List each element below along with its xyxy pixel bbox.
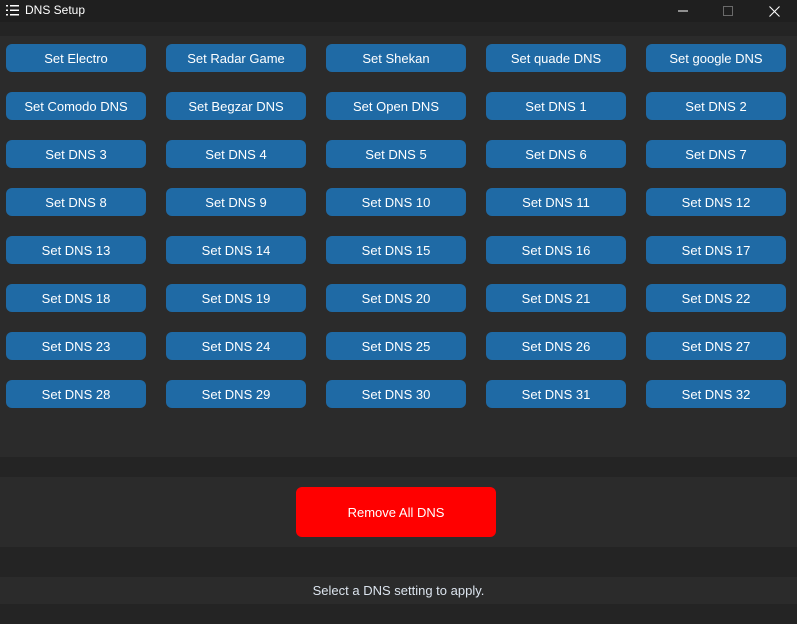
close-icon [768,5,780,17]
remove-section: Remove All DNS [0,477,797,547]
set-dns-27-button[interactable]: Set DNS 27 [646,332,786,360]
set-dns-9-button[interactable]: Set DNS 9 [166,188,306,216]
minimize-button[interactable] [660,0,706,22]
set-dns-23-button[interactable]: Set DNS 23 [6,332,146,360]
set-dns-25-button[interactable]: Set DNS 25 [326,332,466,360]
set-dns-12-button[interactable]: Set DNS 12 [646,188,786,216]
set-dns-17-button[interactable]: Set DNS 17 [646,236,786,264]
set-dns-29-button[interactable]: Set DNS 29 [166,380,306,408]
set-dns-20-button[interactable]: Set DNS 20 [326,284,466,312]
status-bar: Select a DNS setting to apply. [0,577,797,604]
set-dns-5-button[interactable]: Set DNS 5 [326,140,466,168]
set-dns-3-button[interactable]: Set DNS 3 [6,140,146,168]
set-dns-1-button[interactable]: Set DNS 1 [486,92,626,120]
menu-lines-icon [6,5,19,16]
set-dns-6-button[interactable]: Set DNS 6 [486,140,626,168]
set-begzar-dns-button[interactable]: Set Begzar DNS [166,92,306,120]
set-dns-15-button[interactable]: Set DNS 15 [326,236,466,264]
set-dns-26-button[interactable]: Set DNS 26 [486,332,626,360]
set-dns-30-button[interactable]: Set DNS 30 [326,380,466,408]
remove-all-dns-button[interactable]: Remove All DNS [296,487,496,537]
set-dns-14-button[interactable]: Set DNS 14 [166,236,306,264]
set-dns-7-button[interactable]: Set DNS 7 [646,140,786,168]
window-title: DNS Setup [25,3,86,17]
set-google-dns-button[interactable]: Set google DNS [646,44,786,72]
close-button[interactable] [751,0,797,22]
set-dns-28-button[interactable]: Set DNS 28 [6,380,146,408]
set-electro-button[interactable]: Set Electro [6,44,146,72]
set-dns-21-button[interactable]: Set DNS 21 [486,284,626,312]
set-dns-19-button[interactable]: Set DNS 19 [166,284,306,312]
set-dns-10-button[interactable]: Set DNS 10 [326,188,466,216]
set-dns-24-button[interactable]: Set DNS 24 [166,332,306,360]
title-bar: DNS Setup [0,0,797,22]
set-dns-2-button[interactable]: Set DNS 2 [646,92,786,120]
set-shekan-button[interactable]: Set Shekan [326,44,466,72]
set-dns-11-button[interactable]: Set DNS 11 [486,188,626,216]
minimize-icon [678,10,688,12]
set-dns-8-button[interactable]: Set DNS 8 [6,188,146,216]
set-radar-game-button[interactable]: Set Radar Game [166,44,306,72]
status-label: Select a DNS setting to apply. [312,583,485,598]
dns-button-grid: Set Electro Set Radar Game Set Shekan Set q… [0,36,797,457]
set-dns-16-button[interactable]: Set DNS 16 [486,236,626,264]
set-comodo-dns-button[interactable]: Set Comodo DNS [6,92,146,120]
set-quade-dns-button[interactable]: Set quade DNS [486,44,626,72]
maximize-button[interactable] [705,0,751,22]
set-open-dns-button[interactable]: Set Open DNS [326,92,466,120]
set-dns-18-button[interactable]: Set DNS 18 [6,284,146,312]
set-dns-22-button[interactable]: Set DNS 22 [646,284,786,312]
set-dns-4-button[interactable]: Set DNS 4 [166,140,306,168]
main-content: Set Electro Set Radar Game Set Shekan Set q… [0,22,797,624]
set-dns-31-button[interactable]: Set DNS 31 [486,380,626,408]
set-dns-32-button[interactable]: Set DNS 32 [646,380,786,408]
maximize-icon [723,6,733,16]
set-dns-13-button[interactable]: Set DNS 13 [6,236,146,264]
